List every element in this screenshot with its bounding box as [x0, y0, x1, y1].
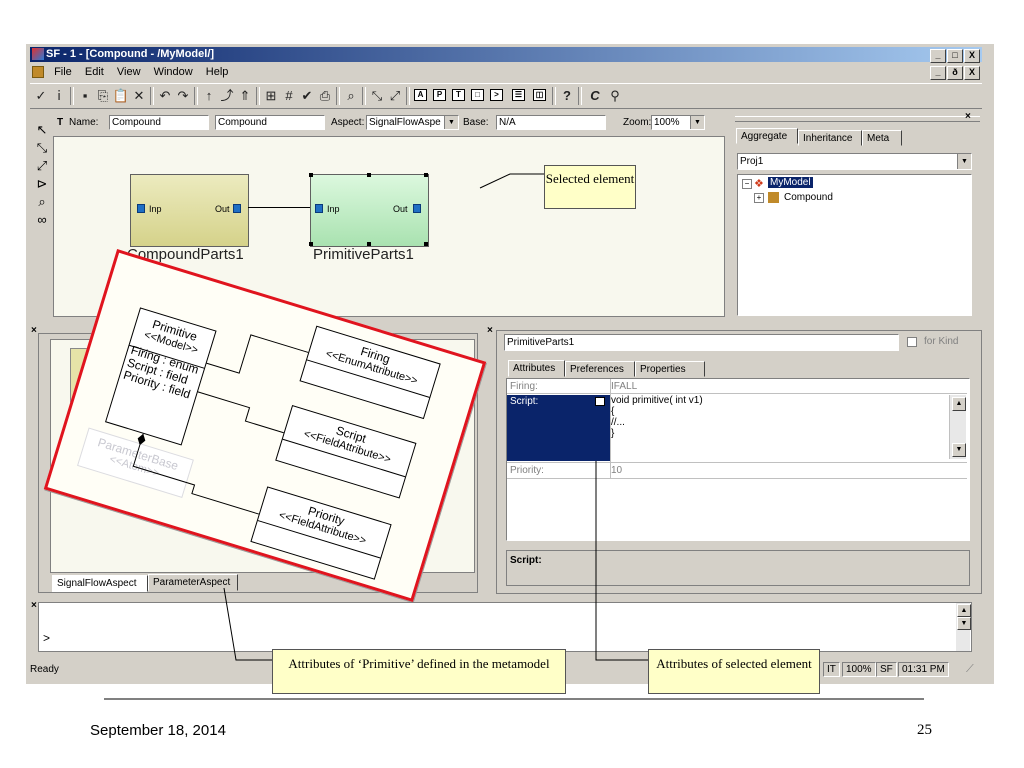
footer-page-number: 25 [917, 722, 932, 738]
callout-selected-attributes: Attributes of selected element [648, 649, 820, 694]
callout-primitive-attributes: Attributes of ‘Primitive’ defined in the… [272, 649, 566, 694]
footer-date: September 18, 2014 [90, 722, 226, 739]
